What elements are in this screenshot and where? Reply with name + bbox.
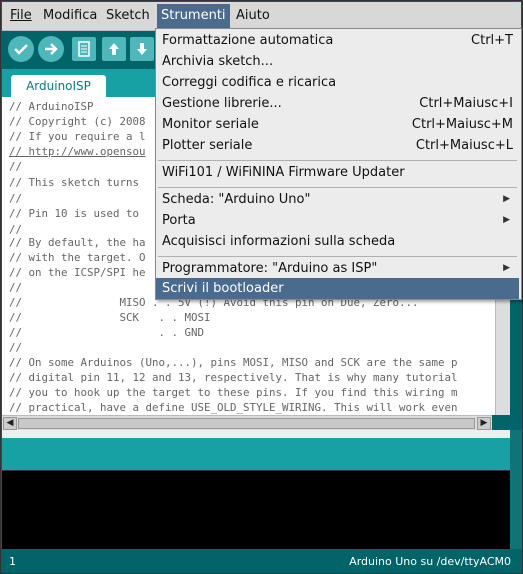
line-number: 1 xyxy=(9,555,16,568)
code-line: // you to hook up the target to these pi… xyxy=(9,386,458,399)
code-line: // Copyright (c) 2008 xyxy=(9,115,146,128)
menu-item-label: Scrivi il bootloader xyxy=(162,281,284,296)
verify-button[interactable] xyxy=(8,36,34,62)
menu-item-archivia[interactable]: Archivia sketch... xyxy=(156,51,519,72)
code-line: // xyxy=(9,192,23,205)
menu-item-label: Scheda: "Arduino Uno" xyxy=(162,192,311,207)
board-port-info: Arduino Uno su /dev/ttyACM0 xyxy=(349,555,511,568)
scroll-corner xyxy=(492,415,509,430)
scroll-left-icon[interactable]: ◀ xyxy=(3,417,17,430)
code-line: // Pin 10 is used to xyxy=(9,207,140,220)
new-button[interactable] xyxy=(72,37,96,61)
menu-item-shortcut: Ctrl+Maiusc+L xyxy=(415,138,513,153)
menu-item-shortcut: Ctrl+Maiusc+I xyxy=(419,96,513,111)
arrow-right-icon xyxy=(45,43,58,55)
menu-file-label: File xyxy=(10,8,32,23)
menu-item-label: WiFi101 / WiFiNINA Firmware Updater xyxy=(162,165,405,180)
menu-item-shortcut: Ctrl+Maiusc+M xyxy=(411,117,513,132)
code-line: // This sketch turns xyxy=(9,176,140,189)
menu-item-porta[interactable]: Porta ▶ xyxy=(156,210,519,231)
document-icon xyxy=(78,41,90,57)
upload-button[interactable] xyxy=(38,36,64,62)
status-bar: 1 Arduino Uno su /dev/ttyACM0 xyxy=(2,549,521,573)
submenu-arrow-icon: ▶ xyxy=(503,263,510,273)
console-edge xyxy=(510,430,522,550)
menu-aiuto[interactable]: Aiuto xyxy=(236,8,270,23)
arrow-down-icon xyxy=(137,43,147,55)
console-output[interactable] xyxy=(2,470,510,549)
menu-item-shortcut: Ctrl+T xyxy=(471,33,513,48)
menu-modifica[interactable]: Modifica xyxy=(43,8,97,23)
arrow-up-icon xyxy=(109,43,119,55)
save-button[interactable] xyxy=(130,37,154,61)
menu-item-label: Correggi codifica e ricarica xyxy=(162,75,337,90)
menu-item-label: Gestione librerie... xyxy=(162,96,282,111)
code-line: // ArduinoISP xyxy=(9,100,94,113)
menu-item-firmware-updater[interactable]: WiFi101 / WiFiNINA Firmware Updater xyxy=(156,162,519,183)
menu-sketch[interactable]: Sketch xyxy=(106,8,150,23)
menu-bar: File Modifica Sketch Strumenti Aiuto xyxy=(2,2,521,31)
code-line: // on the ICSP/SPI he xyxy=(9,266,146,279)
menu-item-label: Acquisisci informazioni sulla scheda xyxy=(162,234,396,249)
code-line: // xyxy=(9,160,23,173)
code-line: // By default, the ha xyxy=(9,236,146,249)
code-line: // xyxy=(9,341,23,354)
scroll-right-icon[interactable]: ▶ xyxy=(477,417,491,430)
checkmark-icon xyxy=(14,44,28,55)
code-line: // SCK . . MOSI xyxy=(9,311,211,324)
menu-item-monitor-seriale[interactable]: Monitor seriale Ctrl+Maiusc+M xyxy=(156,114,519,135)
code-line: // On some Arduinos (Uno,...), pins MOSI… xyxy=(9,356,458,369)
menu-item-label: Archivia sketch... xyxy=(162,54,274,69)
submenu-arrow-icon: ▶ xyxy=(503,215,510,225)
menu-item-info-scheda[interactable]: Acquisisci informazioni sulla scheda xyxy=(156,231,519,252)
menu-item-correggi[interactable]: Correggi codifica e ricarica xyxy=(156,72,519,93)
menu-item-scheda[interactable]: Scheda: "Arduino Uno" ▶ xyxy=(156,189,519,210)
menu-item-programmatore[interactable]: Programmatore: "Arduino as ISP" ▶ xyxy=(156,258,519,279)
menu-item-scrivi-bootloader[interactable]: Scrivi il bootloader xyxy=(156,278,519,299)
menu-separator xyxy=(158,160,517,161)
code-line-link[interactable]: // http://www.opensou xyxy=(9,144,146,159)
submenu-arrow-icon: ▶ xyxy=(503,194,510,204)
code-line: // practical, have a define USE_OLD_STYL… xyxy=(9,401,458,414)
horizontal-scroll-thumb[interactable] xyxy=(18,418,475,429)
menu-separator xyxy=(158,187,517,188)
menu-item-label: Formattazione automatica xyxy=(162,33,334,48)
menu-item-label: Monitor seriale xyxy=(162,117,259,132)
code-line: // . . GND xyxy=(9,326,205,339)
menu-file[interactable]: File xyxy=(10,8,32,23)
menu-item-gestione-librerie[interactable]: Gestione librerie... Ctrl+Maiusc+I xyxy=(156,93,519,114)
code-line: // If you require a l xyxy=(9,130,146,143)
menu-item-label: Programmatore: "Arduino as ISP" xyxy=(162,261,378,276)
menu-item-label: Porta xyxy=(162,213,196,228)
menu-separator xyxy=(158,256,517,257)
menu-item-plotter-seriale[interactable]: Plotter seriale Ctrl+Maiusc+L xyxy=(156,135,519,156)
code-line: // digital pin 11, 12 and 13, respective… xyxy=(9,371,458,384)
menu-item-formattazione[interactable]: Formattazione automatica Ctrl+T xyxy=(156,30,519,51)
strumenti-dropdown: Formattazione automatica Ctrl+T Archivia… xyxy=(155,28,522,300)
pane-divider[interactable] xyxy=(2,430,510,438)
menu-strumenti[interactable]: Strumenti xyxy=(157,4,230,28)
code-line: // with the target. O xyxy=(9,251,146,264)
tab-arduinoisp[interactable]: ArduinoISP xyxy=(11,75,106,97)
message-area xyxy=(2,438,510,470)
editor-horizontal-scrollbar[interactable]: ◀ ▶ xyxy=(2,415,492,430)
code-line: // xyxy=(9,281,23,294)
open-button[interactable] xyxy=(102,37,126,61)
menu-item-label: Plotter seriale xyxy=(162,138,253,153)
